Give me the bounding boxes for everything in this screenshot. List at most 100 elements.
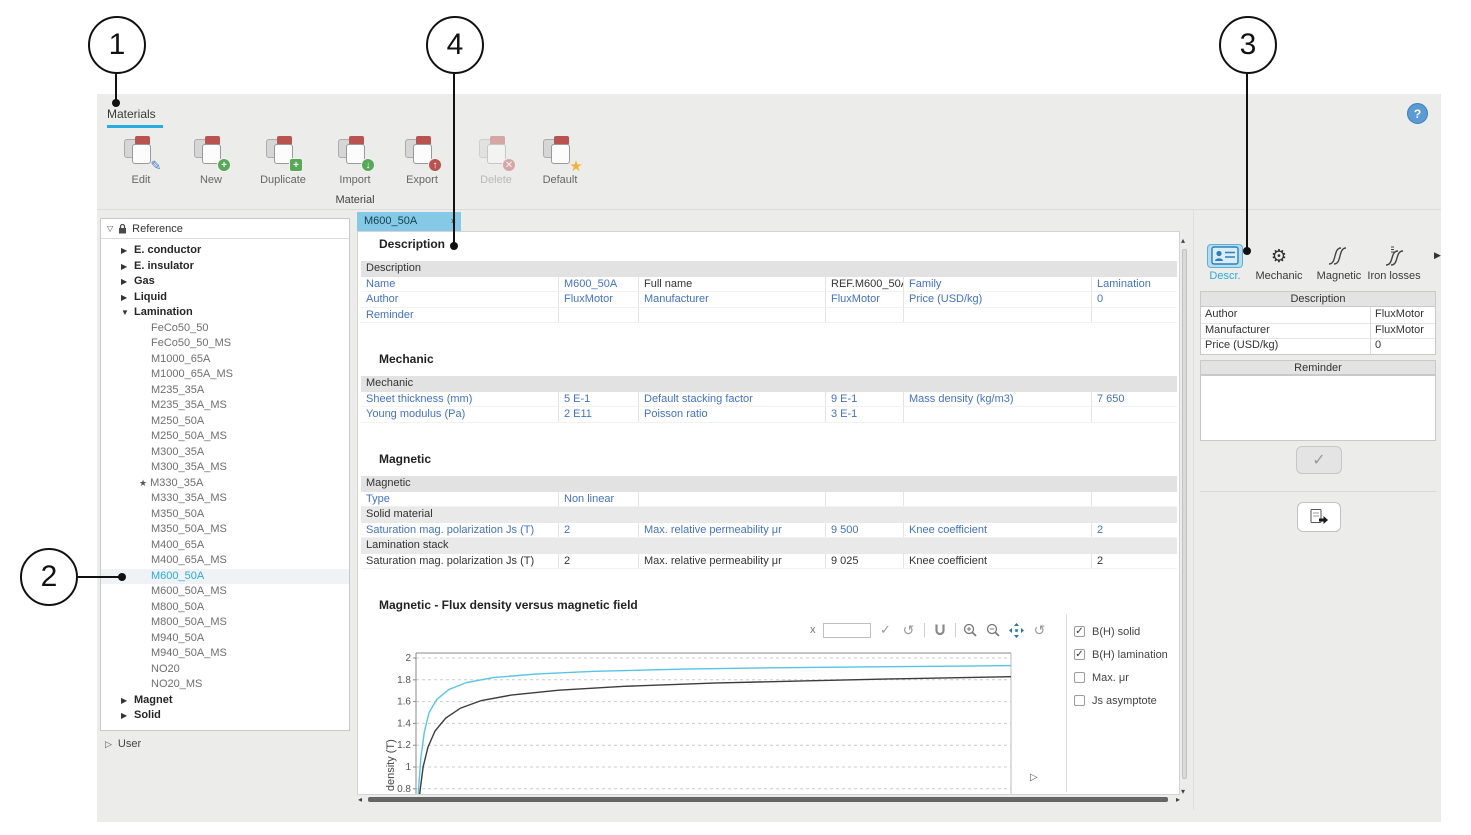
pan-icon[interactable] [1009, 622, 1025, 638]
table-cell[interactable] [639, 308, 826, 323]
horizontal-scrollbar-thumb[interactable] [368, 797, 1168, 802]
table-cell[interactable]: Saturation mag. polarization Js (T) [361, 554, 559, 569]
vertical-scrollbar[interactable]: ▴ ▾ [1180, 236, 1190, 796]
scroll-left-icon[interactable]: ◂ [358, 795, 362, 804]
more-tabs-icon[interactable]: ▶ [1434, 250, 1441, 261]
property-tab-iron-losses[interactable]: Iron losses [1362, 244, 1426, 282]
tree-item-m235-35a-ms[interactable]: M235_35A_MS [101, 398, 349, 414]
editor-tab-m600-50a[interactable]: M600_50A × [357, 212, 461, 231]
toolbar-button-import[interactable]: ↓Import [325, 136, 385, 198]
table-cell[interactable]: Poisson ratio [639, 407, 826, 422]
table-cell[interactable]: Type [361, 492, 559, 507]
tree-item-m300-35a[interactable]: M300_35A [101, 445, 349, 461]
tree-item-e-conductor[interactable]: ▶E. conductor [101, 243, 349, 259]
tree-item-feco50-50-ms[interactable]: FeCo50_50_MS [101, 336, 349, 352]
property-value[interactable]: FluxMotor [1371, 323, 1435, 340]
table-cell[interactable]: M600_50A [559, 277, 639, 292]
table-cell[interactable]: 9 500 [826, 523, 904, 538]
table-cell[interactable]: 2 [1092, 554, 1177, 569]
table-cell[interactable]: Knee coefficient [904, 523, 1092, 538]
checkbox-b-h-lamination[interactable]: ✓B(H) lamination [1074, 643, 1168, 666]
tree-item-m400-65a[interactable]: M400_65A [101, 538, 349, 554]
checkbox-js-asymptote[interactable]: Js asymptote [1074, 689, 1168, 712]
export-sheet-button[interactable] [1297, 502, 1341, 532]
table-cell[interactable] [639, 492, 826, 507]
table-cell[interactable]: Price (USD/kg) [904, 292, 1092, 307]
table-cell[interactable]: Knee coefficient [904, 554, 1092, 569]
horizontal-scrollbar[interactable]: ◂ ▸ [358, 795, 1180, 804]
table-cell[interactable]: Reminder [361, 308, 559, 323]
table-cell[interactable]: Non linear [559, 492, 639, 507]
table-cell[interactable]: Saturation mag. polarization Js (T) [361, 523, 559, 538]
toolbar-button-new[interactable]: +New [181, 136, 241, 198]
toolbar-button-edit[interactable]: ✎Edit [111, 136, 171, 198]
table-cell[interactable]: 2 E11 [559, 407, 639, 422]
tree-item-m600-50a-ms[interactable]: M600_50A_MS [101, 584, 349, 600]
table-cell[interactable] [826, 492, 904, 507]
table-cell[interactable] [826, 308, 904, 323]
table-cell[interactable]: FluxMotor [826, 292, 904, 307]
table-cell[interactable]: 9 025 [826, 554, 904, 569]
chart-expander-icon[interactable]: ▷ [1030, 772, 1038, 783]
tree-item-e-insulator[interactable]: ▶E. insulator [101, 259, 349, 275]
table-cell[interactable]: 3 E-1 [826, 407, 904, 422]
table-cell[interactable]: 7 650 [1092, 392, 1177, 407]
scroll-up-icon[interactable]: ▴ [1181, 236, 1185, 245]
table-cell[interactable]: 2 [559, 554, 639, 569]
tree-item-m330-35a[interactable]: ★M330_35A [101, 476, 349, 492]
tree-item-m350-50a[interactable]: M350_50A [101, 507, 349, 523]
checkbox-max-r[interactable]: Max. μr [1074, 666, 1168, 689]
table-cell[interactable]: 0 [1092, 292, 1177, 307]
tree-item-m940-50a-ms[interactable]: M940_50A_MS [101, 646, 349, 662]
confirm-icon[interactable]: ✓ [878, 622, 894, 638]
table-cell[interactable]: Manufacturer [639, 292, 826, 307]
checkbox-b-h-solid[interactable]: ✓B(H) solid [1074, 620, 1168, 643]
tree-item-m330-35a-ms[interactable]: M330_35A_MS [101, 491, 349, 507]
tree-item-m350-50a-ms[interactable]: M350_50A_MS [101, 522, 349, 538]
table-cell[interactable]: Name [361, 277, 559, 292]
table-cell[interactable]: Mass density (kg/m3) [904, 392, 1092, 407]
tree-item-m400-65a-ms[interactable]: M400_65A_MS [101, 553, 349, 569]
tab-materials[interactable]: Materials [107, 107, 156, 121]
scroll-down-icon[interactable]: ▾ [1181, 787, 1185, 796]
table-cell[interactable]: Lamination [1092, 277, 1177, 292]
table-cell[interactable]: 9 E-1 [826, 392, 904, 407]
table-cell[interactable]: Author [361, 292, 559, 307]
table-cell[interactable] [904, 492, 1092, 507]
help-icon[interactable]: ? [1407, 103, 1428, 124]
tree-item-lamination[interactable]: ▼Lamination [101, 305, 349, 321]
tree-item-m300-35a-ms[interactable]: M300_35A_MS [101, 460, 349, 476]
table-cell[interactable] [1092, 308, 1177, 323]
table-cell[interactable]: Max. relative permeability μr [639, 523, 826, 538]
table-cell[interactable] [1092, 407, 1177, 422]
zoom-in-icon[interactable] [963, 622, 979, 638]
property-tab-magnetic[interactable]: Magnetic [1310, 244, 1368, 282]
magnet-icon[interactable] [932, 622, 948, 638]
reset-icon[interactable]: ↺ [1032, 622, 1048, 638]
property-value[interactable]: FluxMotor [1371, 307, 1435, 324]
tree-item-m1000-65a[interactable]: M1000_65A [101, 352, 349, 368]
tree-item-m800-50a[interactable]: M800_50A [101, 600, 349, 616]
toolbar-button-default[interactable]: ★Default [530, 136, 590, 198]
table-cell[interactable]: Young modulus (Pa) [361, 407, 559, 422]
validate-button[interactable]: ✓ [1296, 446, 1342, 474]
table-cell[interactable]: Default stacking factor [639, 392, 826, 407]
tree-item-m250-50a-ms[interactable]: M250_50A_MS [101, 429, 349, 445]
toolbar-button-duplicate[interactable]: +Duplicate [253, 136, 313, 198]
table-cell[interactable]: 2 [559, 523, 639, 538]
tree-item-liquid[interactable]: ▶Liquid [101, 290, 349, 306]
toolbar-button-export[interactable]: ↑Export [392, 136, 452, 198]
reminder-textarea[interactable] [1200, 375, 1436, 441]
tree-item-gas[interactable]: ▶Gas [101, 274, 349, 290]
table-cell[interactable] [904, 407, 1092, 422]
tree-section-user[interactable]: ▷User [105, 738, 141, 750]
tree-item-no20-ms[interactable]: NO20_MS [101, 677, 349, 693]
tree-item-m600-50a[interactable]: M600_50A [101, 569, 349, 585]
tree-item-solid[interactable]: ▶Solid [101, 708, 349, 724]
tree-item-m1000-65a-ms[interactable]: M1000_65A_MS [101, 367, 349, 383]
table-cell[interactable] [559, 308, 639, 323]
tree-item-feco50-50[interactable]: FeCo50_50 [101, 321, 349, 337]
property-value[interactable]: 0 [1371, 338, 1435, 354]
vertical-scrollbar-thumb[interactable] [1182, 249, 1187, 779]
reference-tree-header[interactable]: ▽ Reference [101, 219, 349, 239]
